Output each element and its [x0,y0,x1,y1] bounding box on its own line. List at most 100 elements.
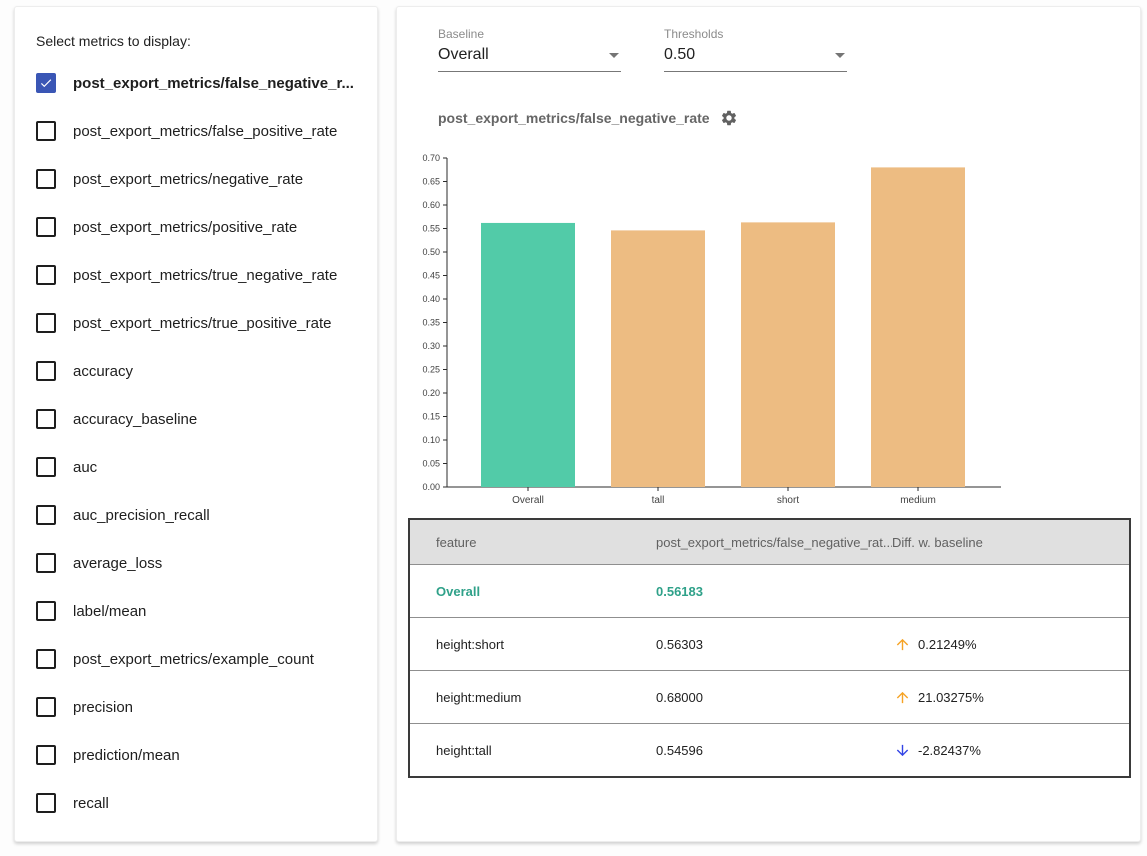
checkbox-unchecked-icon[interactable] [36,121,56,141]
metric-selector-panel: Select metrics to display: post_export_m… [14,6,378,842]
bar-tall[interactable] [611,230,705,487]
checkbox-unchecked-icon[interactable] [36,793,56,813]
metric-checkbox-row[interactable]: post_export_metrics/true_negative_rate [36,251,369,299]
bar-short[interactable] [741,222,835,487]
metric-bar-chart[interactable]: 0.00 0.05 0.10 0.15 0.20 0.25 0.30 0.35 0.40 0.45… [417,149,1022,511]
metric-label: accuracy_baseline [73,411,197,428]
table-row: height:short0.56303 0.21249% [410,617,1129,670]
thresholds-value: 0.50 [664,46,695,64]
feature-cell: height:tall [410,743,656,758]
checkbox-unchecked-icon[interactable] [36,409,56,429]
svg-text:0.40: 0.40 [422,294,440,304]
metric-label: accuracy [73,363,133,380]
checkbox-unchecked-icon[interactable] [36,169,56,189]
metric-checkbox-row[interactable]: post_export_metrics/false_positive_rate [36,107,369,155]
metric-checkbox-row[interactable]: auc [36,443,369,491]
metric-label: post_export_metrics/true_negative_rate [73,267,337,284]
metric-value-cell: 0.56303 [656,637,892,652]
diff-value: 21.03275% [918,690,984,705]
metric-value-cell: 0.54596 [656,743,892,758]
table-header-cell: Diff. w. baseline [892,535,1129,550]
metric-value-cell: 0.56183 [656,584,892,599]
svg-text:0.00: 0.00 [422,482,440,492]
feature-cell: height:short [410,637,656,652]
svg-text:0.25: 0.25 [422,365,440,375]
diff-cell: 21.03275% [892,689,1129,706]
svg-text:medium: medium [900,495,936,506]
svg-text:0.10: 0.10 [422,435,440,445]
bar-medium[interactable] [871,167,965,487]
baseline-label: Baseline [438,27,621,41]
chevron-down-icon [609,53,619,58]
table-header-cell: feature [410,535,656,550]
svg-text:0.35: 0.35 [422,318,440,328]
checkbox-unchecked-icon[interactable] [36,553,56,573]
svg-text:0.65: 0.65 [422,177,440,187]
metric-label: average_loss [73,555,162,572]
metric-checkbox-row[interactable]: post_export_metrics/negative_rate [36,155,369,203]
checkbox-unchecked-icon[interactable] [36,745,56,765]
metric-checkbox-row[interactable]: precision [36,683,369,731]
metric-checkbox-row[interactable]: accuracy [36,347,369,395]
checkbox-unchecked-icon[interactable] [36,217,56,237]
table-row: height:tall0.54596 -2.82437% [410,723,1129,776]
metric-checkbox-row[interactable]: accuracy_baseline [36,395,369,443]
metric-value-cell: 0.68000 [656,690,892,705]
metric-label: auc [73,459,97,476]
metric-label: post_export_metrics/negative_rate [73,171,303,188]
metric-label: post_export_metrics/false_negative_r... [73,75,354,92]
metric-checkbox-row[interactable]: recall [36,779,369,827]
metric-label: post_export_metrics/positive_rate [73,219,297,236]
checkbox-unchecked-icon[interactable] [36,505,56,525]
metric-list: post_export_metrics/false_negative_r...p… [36,59,369,827]
svg-text:0.15: 0.15 [422,412,440,422]
checkbox-unchecked-icon[interactable] [36,649,56,669]
diff-cell: 0.21249% [892,636,1129,653]
arrow-up-icon [894,689,911,706]
svg-text:0.55: 0.55 [422,224,440,234]
svg-text:0.70: 0.70 [422,153,440,163]
metric-checkbox-row[interactable]: post_export_metrics/false_negative_r... [36,59,369,107]
gear-icon[interactable] [720,109,738,127]
feature-cell: Overall [410,584,656,599]
bar-Overall[interactable] [481,223,575,487]
checkbox-unchecked-icon[interactable] [36,265,56,285]
diff-value: 0.21249% [918,637,977,652]
svg-text:0.60: 0.60 [422,200,440,210]
table-header-row: featurepost_export_metrics/false_negativ… [410,520,1129,564]
metric-checkbox-row[interactable]: post_export_metrics/example_count [36,635,369,683]
diff-cell: -2.82437% [892,742,1129,759]
svg-text:short: short [777,495,799,506]
svg-text:Overall: Overall [512,495,544,506]
table-header-cell: post_export_metrics/false_negative_rat..… [656,535,892,550]
baseline-select[interactable]: Baseline Overall [438,27,621,72]
metric-checkbox-row[interactable]: post_export_metrics/positive_rate [36,203,369,251]
svg-text:0.45: 0.45 [422,271,440,281]
metric-checkbox-row[interactable]: auc_precision_recall [36,491,369,539]
diff-value: -2.82437% [918,743,981,758]
svg-text:0.50: 0.50 [422,247,440,257]
metric-selector-title: Select metrics to display: [36,33,191,49]
metric-checkbox-row[interactable]: average_loss [36,539,369,587]
metric-checkbox-row[interactable]: prediction/mean [36,731,369,779]
metric-checkbox-row[interactable]: post_export_metrics/true_positive_rate [36,299,369,347]
thresholds-select[interactable]: Thresholds 0.50 [664,27,847,72]
baseline-value: Overall [438,46,489,64]
table-row: Overall0.56183 [410,564,1129,617]
feature-cell: height:medium [410,690,656,705]
thresholds-label: Thresholds [664,27,847,41]
svg-text:0.05: 0.05 [422,459,440,469]
checkbox-unchecked-icon[interactable] [36,457,56,477]
metric-label: prediction/mean [73,747,180,764]
checkbox-unchecked-icon[interactable] [36,361,56,381]
checkbox-unchecked-icon[interactable] [36,697,56,717]
svg-text:0.30: 0.30 [422,341,440,351]
metrics-table: featurepost_export_metrics/false_negativ… [408,518,1131,778]
chart-title: post_export_metrics/false_negative_rate [438,110,710,126]
checkbox-checked-icon[interactable] [36,73,56,93]
metric-checkbox-row[interactable]: label/mean [36,587,369,635]
checkbox-unchecked-icon[interactable] [36,601,56,621]
checkbox-unchecked-icon[interactable] [36,313,56,333]
svg-text:0.20: 0.20 [422,388,440,398]
metric-label: auc_precision_recall [73,507,210,524]
